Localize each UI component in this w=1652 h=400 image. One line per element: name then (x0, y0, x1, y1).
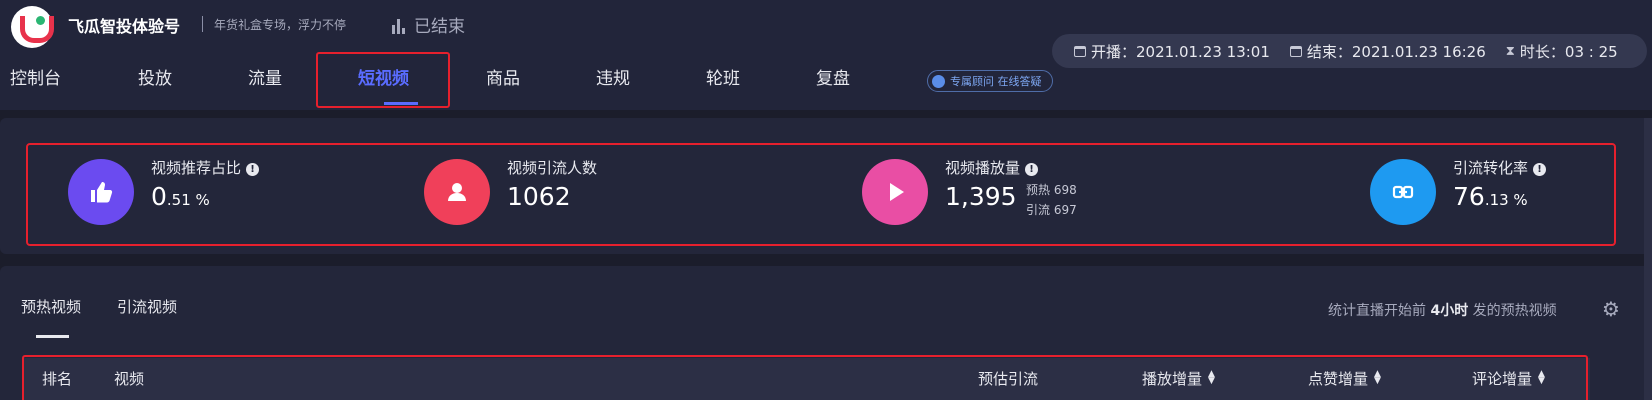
start-time: 开播：2021.01.23 13:01 (1091, 42, 1270, 61)
bar-chart-icon (392, 18, 406, 34)
tab-shifts[interactable]: 轮班 (706, 64, 740, 89)
calendar-icon (1289, 45, 1302, 57)
hourglass-icon: ⧗ (1505, 43, 1515, 59)
tab-traffic[interactable]: 流量 (248, 64, 282, 89)
tab-traffic-videos[interactable]: 引流视频 (117, 296, 177, 317)
live-status-label: 已结束 (414, 17, 465, 37)
gear-icon[interactable]: ⚙ (1602, 299, 1622, 319)
calendar-icon (1074, 45, 1086, 57)
chat-icon (932, 74, 945, 88)
stat-window[interactable]: 4小时 (1430, 303, 1468, 319)
divider (202, 16, 203, 32)
session-time-bar: 开播：2021.01.23 13:01 结束：2021.01.23 16:26 … (1052, 34, 1647, 68)
annotation-box (316, 52, 450, 108)
account-name: 飞瓜智投体验号 (68, 17, 181, 36)
brand-logo (11, 6, 54, 48)
stat-note: 统计直播开始前 4小时 发的预热视频 (1328, 303, 1557, 319)
live-status: 已结束 (392, 12, 465, 37)
tab-products[interactable]: 商品 (486, 64, 520, 89)
active-tab-indicator (36, 335, 69, 338)
annotation-box (26, 143, 1616, 246)
duration: 时长：03 : 25 (1519, 42, 1618, 61)
consultant-label: 专属顾问 在线答疑 (950, 75, 1042, 88)
tab-ads[interactable]: 投放 (138, 64, 172, 89)
tab-preheat-videos[interactable]: 预热视频 (21, 296, 81, 317)
consultant-button[interactable]: 专属顾问 在线答疑 (927, 70, 1053, 92)
tab-violations[interactable]: 违规 (596, 64, 630, 89)
tab-console[interactable]: 控制台 (10, 64, 61, 89)
tab-review[interactable]: 复盘 (816, 64, 850, 89)
scrollbar[interactable] (1644, 118, 1652, 400)
live-session-title: 年货礼盒专场，浮力不停 (214, 18, 347, 32)
end-time: 结束：2021.01.23 16:26 (1306, 42, 1486, 61)
annotation-box (22, 355, 1588, 400)
